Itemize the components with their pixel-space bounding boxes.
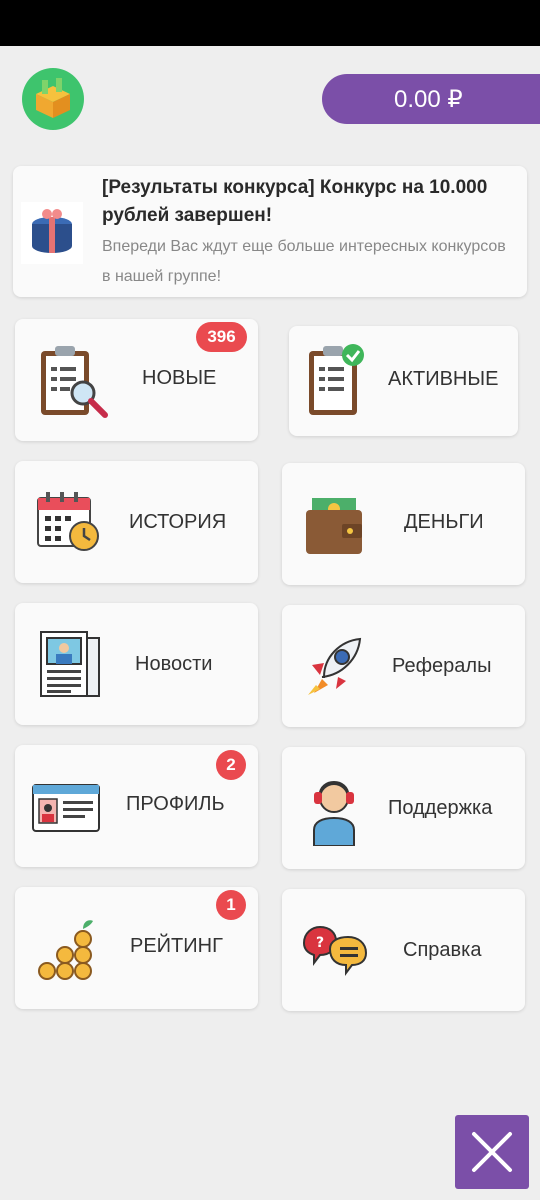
tile-rating-label: РЕЙТИНГ	[130, 935, 223, 957]
close-icon	[472, 1132, 512, 1172]
svg-text:?: ?	[316, 935, 324, 951]
tile-new-label: НОВЫЕ	[142, 367, 217, 389]
tile-referrals-label: Рефералы	[392, 655, 492, 677]
tile-history-label: ИСТОРИЯ	[129, 511, 227, 533]
id-card-icon	[32, 784, 100, 832]
tile-profile[interactable]: ПРОФИЛЬ 2	[15, 745, 258, 867]
news-text: Впереди Вас ждут еще больше интересных к…	[102, 238, 506, 285]
tile-support[interactable]: Поддержка	[282, 747, 525, 869]
tile-profile-badge: 2	[216, 750, 246, 780]
rocket-icon	[308, 637, 362, 695]
tile-rating[interactable]: РЕЙТИНГ 1	[15, 887, 258, 1009]
tile-profile-label: ПРОФИЛЬ	[126, 793, 225, 815]
tile-referrals[interactable]: Рефералы	[282, 605, 525, 727]
tile-new[interactable]: НОВЫЕ 396	[15, 319, 258, 441]
tile-active-label: АКТИВНЫЕ	[388, 368, 499, 390]
news-title: [Результаты конкурса] Конкурс на 10.000 …	[102, 177, 488, 226]
balance-display[interactable]: 0.00 ₽	[322, 74, 540, 124]
clipboard-check-icon	[309, 344, 364, 415]
gift-box-icon	[36, 78, 70, 118]
tile-news[interactable]: Новости	[15, 603, 258, 725]
close-button[interactable]	[455, 1115, 529, 1189]
gift-icon	[32, 209, 72, 253]
app-logo[interactable]	[22, 68, 84, 130]
balance-amount: 0.00 ₽	[394, 85, 463, 113]
news-thumbnail	[21, 202, 83, 264]
tile-money[interactable]: ДЕНЬГИ	[282, 463, 525, 585]
wallet-icon	[306, 498, 362, 554]
tile-history[interactable]: ИСТОРИЯ	[15, 461, 258, 583]
status-bar	[0, 0, 540, 46]
tile-money-label: ДЕНЬГИ	[404, 511, 484, 533]
tile-help-label: Справка	[403, 939, 482, 961]
calendar-clock-icon	[37, 492, 99, 551]
news-card[interactable]: [Результаты конкурса] Конкурс на 10.000 …	[13, 166, 527, 297]
chat-question-icon: ?	[302, 925, 368, 976]
newspaper-icon	[40, 631, 100, 697]
tile-new-badge: 396	[196, 322, 247, 352]
tile-support-label: Поддержка	[388, 797, 493, 819]
coin-stacks-icon	[38, 920, 93, 980]
tile-news-label: Новости	[135, 653, 213, 675]
headset-support-icon	[313, 781, 355, 846]
tile-help[interactable]: ? Справка	[282, 889, 525, 1011]
tile-rating-badge: 1	[216, 890, 246, 920]
tile-active[interactable]: АКТИВНЫЕ	[289, 326, 518, 436]
clipboard-search-icon	[41, 346, 108, 418]
